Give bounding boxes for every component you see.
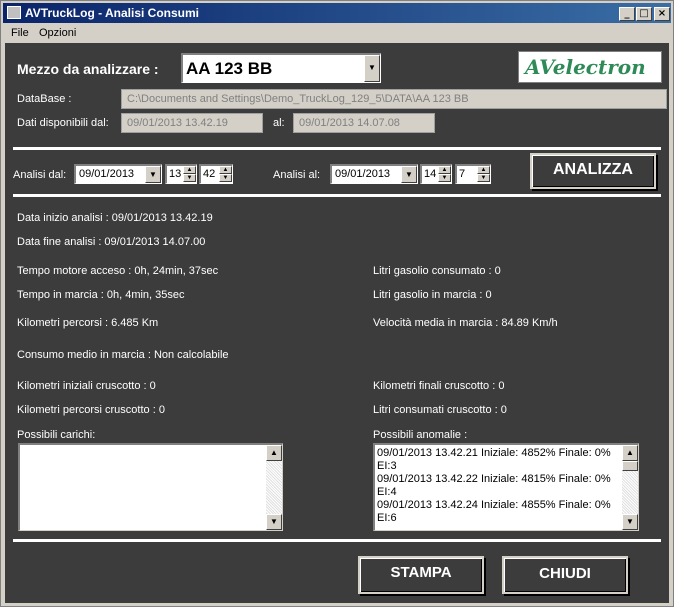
print-button[interactable]: STAMPA — [358, 556, 484, 594]
from-minute-value: 42 — [203, 168, 216, 180]
arrow-up-icon[interactable]: ▲ — [183, 166, 196, 174]
arrow-down-icon[interactable]: ▼ — [183, 174, 196, 182]
close-button[interactable]: × — [654, 7, 670, 21]
menu-bar: File Opzioni — [3, 24, 671, 42]
chevron-down-icon[interactable]: ▼ — [364, 55, 380, 82]
list-item[interactable]: EI:4 — [377, 486, 397, 498]
divider-top — [13, 147, 661, 150]
anomalies-scrollbar[interactable]: ▲ ▼ — [622, 445, 638, 530]
arrow-down-icon[interactable]: ▼ — [219, 174, 232, 182]
available-to-label: al: — [273, 117, 285, 129]
divider-middle — [13, 194, 661, 197]
scroll-up-icon[interactable]: ▲ — [622, 445, 638, 461]
km-traveled: Kilometri percorsi : 6.485 Km — [17, 317, 159, 329]
arrow-down-icon[interactable]: ▼ — [477, 174, 490, 182]
anomalies-label: Possibili anomalie : — [373, 429, 468, 441]
arrow-down-icon[interactable]: ▼ — [438, 174, 451, 182]
fuel-moving: Litri gasolio in marcia : 0 — [373, 289, 492, 301]
available-from-field: 09/01/2013 13.42.19 — [121, 113, 263, 133]
arrow-up-icon[interactable]: ▲ — [219, 166, 232, 174]
from-date-picker[interactable]: 09/01/2013 ▼ — [74, 164, 162, 184]
from-hour-stepper[interactable]: 13 ▲ ▼ — [165, 164, 197, 184]
km-start-dashboard: Kilometri iniziali cruscotto : 0 — [17, 380, 156, 392]
chevron-down-icon[interactable]: ▼ — [401, 166, 417, 183]
list-item[interactable]: EI:3 — [377, 460, 397, 472]
menu-file[interactable]: File — [11, 27, 29, 39]
available-to-field: 09/01/2013 14.07.08 — [293, 113, 435, 133]
main-panel: Mezzo da analizzare : AA 123 BB ▼ AVelec… — [5, 43, 669, 603]
to-minute-stepper[interactable]: 7 ▲ ▼ — [455, 164, 491, 184]
from-minute-stepper[interactable]: 42 ▲ ▼ — [199, 164, 233, 184]
to-label: Analisi al: — [273, 169, 321, 181]
list-item[interactable]: 09/01/2013 13.42.21 Iniziale: 4852% Fina… — [377, 447, 611, 459]
window-title: AVTruckLog - Analisi Consumi — [25, 6, 200, 20]
logo-text: AVelectron — [525, 55, 646, 79]
list-item[interactable]: 09/01/2013 13.42.22 Iniziale: 4815% Fina… — [377, 473, 611, 485]
app-icon — [7, 6, 21, 19]
engine-on-time: Tempo motore acceso : 0h, 24min, 37sec — [17, 265, 219, 277]
divider-bottom — [13, 539, 661, 542]
to-date-picker[interactable]: 09/01/2013 ▼ — [330, 164, 418, 184]
minimize-button[interactable]: _ — [619, 7, 635, 21]
database-label: DataBase : — [17, 93, 72, 105]
avg-consumption: Consumo medio in marcia : Non calcolabil… — [17, 349, 229, 361]
arrow-up-icon[interactable]: ▲ — [438, 166, 451, 174]
company-logo: AVelectron — [518, 51, 662, 83]
km-dashboard: Kilometri percorsi cruscotto : 0 — [17, 404, 165, 416]
scroll-up-icon[interactable]: ▲ — [266, 445, 282, 461]
anomalies-list[interactable]: 09/01/2013 13.42.21 Iniziale: 4852% Fina… — [373, 443, 639, 531]
from-label: Analisi dal: — [13, 169, 67, 181]
maximize-button[interactable]: □ — [636, 7, 652, 21]
chevron-down-icon[interactable]: ▼ — [145, 166, 161, 183]
from-hour-value: 13 — [169, 168, 182, 180]
to-date-value: 09/01/2013 — [335, 168, 391, 180]
scroll-down-icon[interactable]: ▼ — [266, 514, 282, 530]
vehicle-value: AA 123 BB — [186, 59, 273, 78]
loads-list[interactable]: ▲ ▼ — [18, 443, 283, 531]
analyze-button[interactable]: ANALIZZA — [530, 153, 656, 189]
available-from-label: Dati disponibili dal: — [17, 117, 109, 129]
vehicle-select[interactable]: AA 123 BB ▼ — [181, 53, 381, 83]
to-hour-stepper[interactable]: 14 ▲ ▼ — [420, 164, 452, 184]
liters-dashboard: Litri consumati cruscotto : 0 — [373, 404, 507, 416]
scroll-down-icon[interactable]: ▼ — [622, 514, 638, 530]
list-item[interactable]: EI:6 — [377, 512, 397, 524]
to-hour-value: 14 — [424, 168, 437, 180]
avg-speed: Velocità media in marcia : 84.89 Km/h — [373, 317, 558, 329]
scroll-thumb[interactable] — [622, 461, 638, 471]
app-window: AVTruckLog - Analisi Consumi _ □ × File … — [0, 0, 674, 607]
database-path-field: C:\Documents and Settings\Demo_TruckLog_… — [121, 89, 667, 109]
from-date-value: 09/01/2013 — [79, 168, 135, 180]
analysis-start: Data inizio analisi : 09/01/2013 13.42.1… — [17, 212, 213, 224]
analysis-end: Data fine analisi : 09/01/2013 14.07.00 — [17, 236, 206, 248]
loads-label: Possibili carichi: — [17, 429, 96, 441]
arrow-up-icon[interactable]: ▲ — [477, 166, 490, 174]
vehicle-label: Mezzo da analizzare : — [17, 61, 159, 77]
fuel-consumed: Litri gasolio consumato : 0 — [373, 265, 501, 277]
close-app-button[interactable]: CHIUDI — [502, 556, 628, 594]
menu-options[interactable]: Opzioni — [39, 27, 76, 39]
loads-scrollbar[interactable]: ▲ ▼ — [266, 445, 282, 530]
title-bar: AVTruckLog - Analisi Consumi _ □ × — [3, 3, 671, 23]
to-minute-value: 7 — [459, 168, 466, 180]
moving-time: Tempo in marcia : 0h, 4min, 35sec — [17, 289, 185, 301]
list-item[interactable]: 09/01/2013 13.42.24 Iniziale: 4855% Fina… — [377, 499, 611, 511]
km-end-dashboard: Kilometri finali cruscotto : 0 — [373, 380, 505, 392]
